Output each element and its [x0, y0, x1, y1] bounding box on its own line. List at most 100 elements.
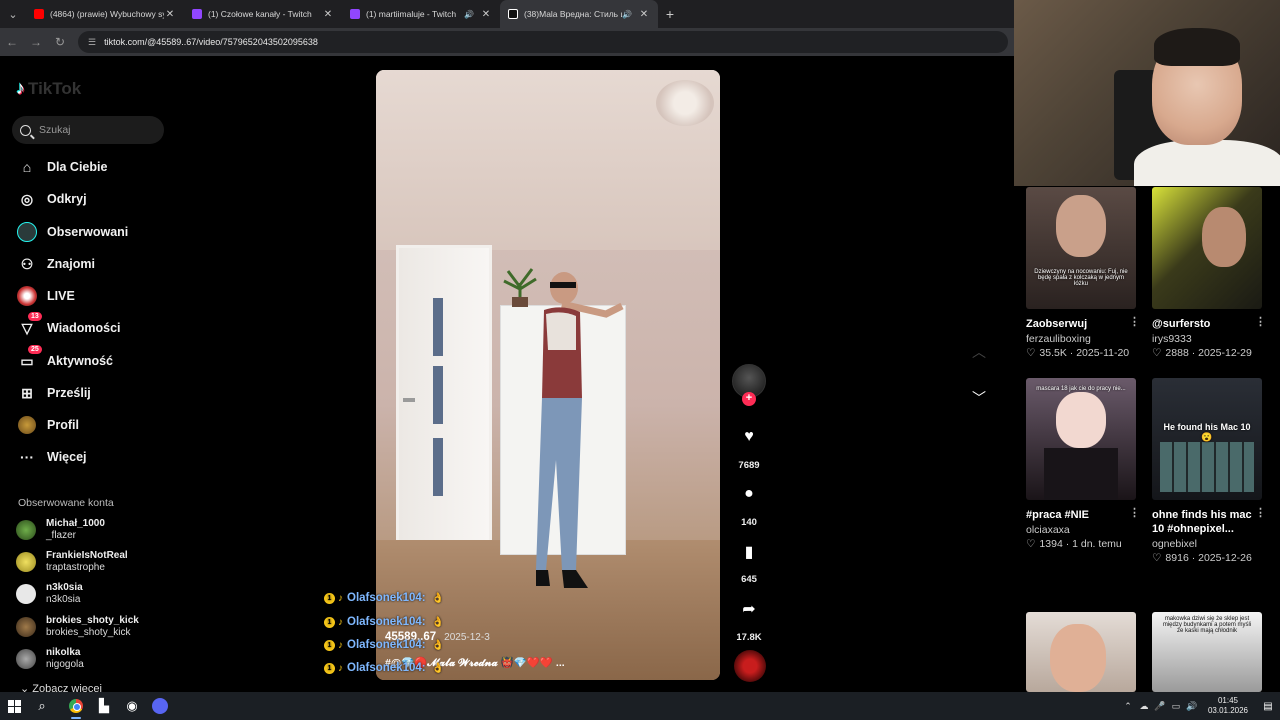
music-disc-icon[interactable]: [734, 650, 766, 682]
network-icon[interactable]: ▭: [1168, 701, 1184, 712]
close-tab-icon[interactable]: ✕: [638, 9, 650, 20]
video-thumbnail[interactable]: mascara 18 jak cie do pracy nie...: [1026, 378, 1136, 500]
chat-username: Olafsonek104:: [347, 662, 426, 674]
nav-item-more[interactable]: ··· Więcej: [16, 446, 87, 468]
tab-search-chevron-icon[interactable]: ⌄: [0, 0, 26, 28]
recommended-video-card[interactable]: He found his Mac 10 😮 ohne finds his mac…: [1152, 378, 1266, 564]
file-explorer-icon[interactable]: ▙: [90, 692, 118, 720]
recommended-video-card[interactable]: [1026, 612, 1138, 692]
chrome-taskbar-icon[interactable]: [62, 692, 90, 720]
cloud-icon[interactable]: ☁: [1136, 701, 1152, 712]
taskbar-search-icon[interactable]: ⌕: [28, 692, 56, 720]
windows-start-icon[interactable]: [0, 692, 28, 720]
search-input[interactable]: Szukaj: [12, 116, 164, 144]
volume-icon[interactable]: 🔊: [1184, 701, 1200, 712]
tab-title: (38)Mala Вредна: Стиль и А: [524, 9, 622, 19]
followed-account[interactable]: FrankieIsNotReal traptastrophe: [16, 550, 128, 574]
comment-count: 140: [741, 517, 757, 528]
door-glass: [433, 438, 443, 496]
door-handle: [403, 398, 415, 402]
card-title[interactable]: ohne finds his mac 10 #ohnepixel...: [1152, 508, 1264, 536]
thumbnail-outfit: [1044, 448, 1118, 500]
chat-message: 1 ♪ Olafsonek104: 👌: [324, 616, 444, 628]
speaker-icon[interactable]: 🔊: [464, 10, 474, 19]
more-options-icon[interactable]: ⋮: [1255, 506, 1266, 519]
clock[interactable]: 01:45 03.01.2026: [1200, 696, 1256, 716]
close-tab-icon[interactable]: ✕: [322, 9, 334, 20]
youtube-favicon-icon: [34, 9, 44, 19]
reload-icon[interactable]: ↻: [48, 35, 72, 49]
nav-item-explore[interactable]: ◎ Odkryj: [16, 188, 87, 210]
recommended-video-card[interactable]: makowka dziwi się że sklep jest między b…: [1152, 612, 1264, 692]
speaker-icon[interactable]: 🔊: [622, 10, 632, 19]
video-player[interactable]: [376, 70, 720, 680]
card-title[interactable]: Zaobserwuj: [1026, 317, 1138, 331]
followed-account[interactable]: nikolka nigogola: [16, 647, 84, 671]
recommended-video-card[interactable]: mascara 18 jak cie do pracy nie... #prac…: [1026, 378, 1140, 550]
video-thumbnail[interactable]: Dziewczyny na nocowaniu: Fuj, nie będę s…: [1026, 187, 1136, 309]
nav-item-upload[interactable]: ⊞ Prześlij: [16, 382, 91, 404]
browser-tab[interactable]: (4864) (prawie) Wybuchowy syl ✕: [26, 0, 184, 28]
recommended-video-card[interactable]: Dziewczyny na nocowaniu: Fuj, nie będę s…: [1026, 187, 1140, 359]
windows-taskbar: ⌕ ▙ ◉ ⌃ ☁ 🎤 ▭ 🔊 01:45 03.01.2026 ▤: [0, 692, 1280, 720]
browser-tab[interactable]: (1) Czołowe kanały - Twitch ✕: [184, 0, 342, 28]
close-tab-icon[interactable]: ✕: [480, 9, 492, 20]
following-section-title: Obserwowane konta: [18, 497, 114, 509]
nav-item-activity[interactable]: ▭ 25 Aktywność: [16, 345, 113, 372]
notifications-icon[interactable]: ▤: [1256, 701, 1280, 712]
card-username[interactable]: olciaxaxa: [1026, 524, 1138, 536]
followed-account[interactable]: Michał_1000 _flazer: [16, 518, 105, 542]
compass-icon: ◎: [20, 190, 34, 207]
music-note-icon: ♪: [338, 662, 343, 674]
nav-item-following[interactable]: Obserwowani: [16, 221, 128, 243]
nav-item-for-you[interactable]: ⌂ Dla Ciebie: [16, 156, 108, 178]
more-options-icon[interactable]: ⋮: [1129, 315, 1140, 328]
nav-label: Profil: [47, 418, 79, 432]
more-options-icon[interactable]: ⋮: [1255, 315, 1266, 328]
browser-tab-active[interactable]: (38)Mala Вредна: Стиль и А 🔊 ✕: [500, 0, 658, 28]
chevron-up-icon[interactable]: ⌃: [1120, 701, 1136, 712]
nav-item-profile[interactable]: Profil: [16, 414, 79, 436]
address-bar[interactable]: ☰ tiktok.com/@45589..67/video/7579652043…: [78, 31, 1008, 53]
card-title[interactable]: @surfersto: [1152, 317, 1264, 331]
nav-item-messages[interactable]: ▽ 13 Wiadomości: [16, 312, 121, 339]
card-username[interactable]: ferzauliboxing: [1026, 333, 1138, 345]
thumbnail-face: [1056, 195, 1106, 257]
browser-tab[interactable]: (1) martiimaluje - Twitch 🔊 ✕: [342, 0, 500, 28]
site-info-icon[interactable]: ☰: [88, 37, 96, 48]
obs-icon[interactable]: ◉: [118, 692, 146, 720]
followed-account[interactable]: n3k0sia n3k0sia: [16, 582, 83, 606]
thumbnail-overlay-text: mascara 18 jak cie do pracy nie...: [1036, 386, 1126, 392]
nav-item-live[interactable]: LIVE: [16, 285, 75, 307]
tiktok-logo[interactable]: ♪ TikTok: [16, 78, 81, 99]
follow-plus-icon[interactable]: +: [742, 392, 756, 406]
avatar: [16, 552, 36, 572]
back-icon[interactable]: ←: [0, 35, 24, 49]
card-username[interactable]: ognebixel: [1152, 538, 1264, 550]
previous-video-chevron-up-icon[interactable]: ︿: [968, 342, 990, 364]
heart-icon[interactable]: ♥: [730, 428, 768, 446]
microphone-icon[interactable]: 🎤: [1152, 701, 1168, 712]
bookmark-icon[interactable]: ▮: [730, 542, 768, 562]
nav-item-friends[interactable]: ⚇ Znajomi: [16, 253, 95, 275]
video-thumbnail[interactable]: [1152, 187, 1262, 309]
share-icon[interactable]: ➦: [730, 599, 768, 619]
next-video-chevron-down-icon[interactable]: ﹀: [968, 388, 990, 410]
video-thumbnail[interactable]: [1026, 612, 1136, 692]
card-username[interactable]: irys9333: [1152, 333, 1264, 345]
discord-icon[interactable]: [146, 692, 174, 720]
tab-title: (4864) (prawie) Wybuchowy syl: [50, 9, 164, 19]
new-tab-icon[interactable]: +: [658, 6, 682, 22]
close-tab-icon[interactable]: ✕: [164, 9, 176, 20]
video-thumbnail[interactable]: He found his Mac 10 😮: [1152, 378, 1262, 500]
recommended-video-card[interactable]: @surfersto ⋮ irys9333 ♡ 2888 · 2025-12-29: [1152, 187, 1266, 359]
chat-emote: 👌: [431, 662, 445, 674]
video-thumbnail[interactable]: makowka dziwi się że sklep jest między b…: [1152, 612, 1262, 692]
more-options-icon[interactable]: ⋮: [1129, 506, 1140, 519]
followed-account[interactable]: brokies_shoty_kick brokies_shoty_kick: [16, 615, 139, 639]
card-title[interactable]: #praca #NIE: [1026, 508, 1138, 522]
card-date: 1 dn. temu: [1072, 538, 1122, 550]
plant-illustration: [503, 268, 537, 307]
forward-icon[interactable]: →: [24, 35, 48, 49]
comment-icon[interactable]: ●: [730, 485, 768, 503]
